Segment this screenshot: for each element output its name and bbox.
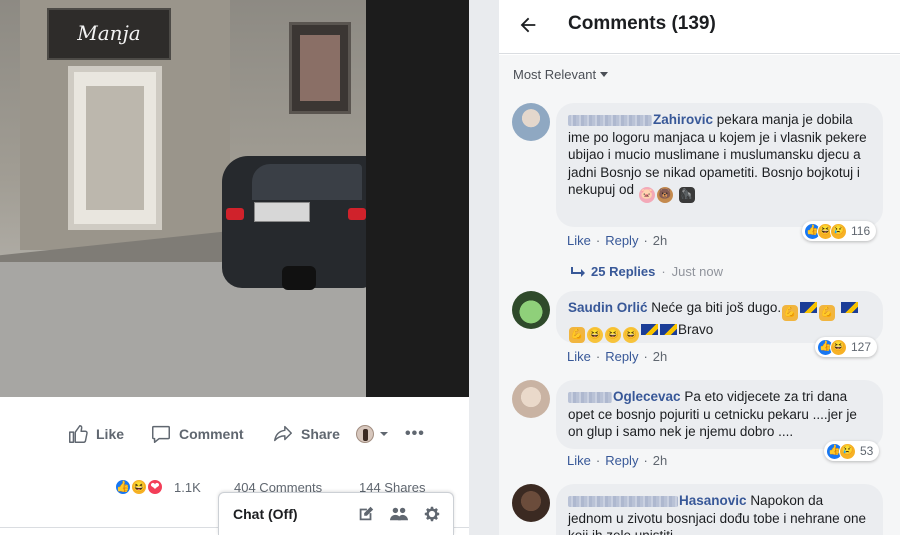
comment-author[interactable]: Zahirovic [568,112,713,127]
reaction-count: 1.1K [174,479,201,495]
comment-like-link[interactable]: Like [567,349,591,364]
haha-reaction-icon: 😆 [830,338,847,356]
redacted-name [568,391,612,403]
more-options-icon: ••• [405,425,425,442]
sad-reaction-icon: 😢 [839,442,856,460]
comment-like-link[interactable]: Like [567,233,591,248]
comment-text-end: Bravo [678,322,714,337]
comment-reply-link[interactable]: Reply [605,349,638,364]
share-label: Share [301,426,340,442]
comment-like-link[interactable]: Like [567,453,591,468]
comment-author[interactable]: Oglecevac [568,389,681,404]
commenter-avatar[interactable] [512,380,550,418]
laughing-emoji: 😆 [605,327,621,343]
view-replies[interactable]: 25 Replies · Just now [571,264,723,279]
wall-poster [289,22,351,114]
post-reactions[interactable]: 👍 😆 ❤ 1.1K [114,478,201,496]
comment-author[interactable]: Hasanovic [568,493,747,508]
reaction-count: 127 [851,340,872,354]
comments-header: Comments (139) [499,0,900,54]
reaction-count: 53 [860,444,874,458]
car [222,156,366,290]
gear-icon[interactable] [423,505,441,523]
comment-reactions[interactable]: 👍 😆 😢 116 [802,221,877,241]
flexed-biceps-emoji: 💪 [782,305,799,321]
overlay-gutter [469,0,499,535]
comment-bubble-icon [152,425,170,443]
comment-label: Comment [179,426,244,442]
commenter-avatar[interactable] [512,484,550,522]
like-button[interactable]: Like [67,423,124,445]
chat-status-label[interactable]: Chat (Off) [233,506,343,522]
comment-reactions[interactable]: 👍 😢 53 [824,441,880,461]
comment-time[interactable]: 2h [653,349,667,364]
laughing-emoji: 😆 [587,327,603,343]
comment-actions: Like · Reply · 2h [567,349,668,364]
comment-reactions[interactable]: 👍 😆 127 [815,337,878,357]
react-as-selector[interactable] [356,423,390,445]
comment-bubble: Oglecevac Pa eto vidjecete za tri dana o… [556,380,883,449]
replies-count[interactable]: 25 Replies [591,264,655,279]
sad-reaction-icon: 😢 [830,222,847,240]
flag-bosnia-emoji [800,302,818,313]
comment-reply-link[interactable]: Reply [605,233,638,248]
comment-time[interactable]: 2h [653,453,667,468]
video-player[interactable]: Manja [0,0,469,397]
replies-time: Just now [671,264,723,279]
commenter-avatar[interactable] [512,103,550,141]
reply-arrow-icon [571,266,585,277]
love-reaction-icon: ❤ [146,478,164,496]
back-arrow-icon[interactable] [517,14,539,36]
comment-time[interactable]: 2h [653,233,667,248]
flag-bosnia-emoji [641,324,658,335]
caret-down-icon [600,72,609,77]
sort-label: Most Relevant [513,67,597,82]
shop-sign: Manja [47,8,171,60]
comment-bubble: Hasanovic Napokon da jednom u zivotu bos… [556,484,883,535]
comment-text: Neće ga biti još dugo. [651,300,782,315]
group-users-icon[interactable] [389,505,409,523]
facebook-video-viewer: Manja Like Comment Share ••• 👍 😆 ❤ 1.1K … [0,0,900,535]
flexed-biceps-emoji: 💪 [819,305,836,321]
gorilla-emoji: 🦍 [678,187,695,203]
video-frame: Manja [0,0,366,397]
comment-bubble: Saudin Orlić Neće ga biti još dugo. 💪 💪 💪 😆… [556,291,883,343]
share-button[interactable]: Share [272,423,340,445]
comments-panel: Comments (139) Most Relevant Zahirovic p… [499,0,900,535]
laughing-emoji: 😆 [623,327,639,343]
pig-face-emoji: 🐷 [638,187,655,203]
sort-dropdown[interactable]: Most Relevant [513,67,609,82]
page-avatar [356,425,374,443]
flag-bosnia-emoji [660,324,677,335]
thumbs-up-icon [69,425,88,443]
reaction-count: 116 [851,224,871,238]
license-plate [254,202,310,222]
comment-button[interactable]: Comment [150,423,244,445]
comments-title: Comments (139) [568,13,716,34]
comments-list: Most Relevant Zahirovic pekara manja je … [499,55,900,535]
flag-bosnia-emoji [840,302,858,313]
comment-actions: Like · Reply · 2h [567,453,668,468]
compose-icon[interactable] [357,505,375,523]
more-options-button[interactable]: ••• [405,423,425,445]
redacted-name [568,495,678,507]
bear-face-emoji: 🐻 [656,187,673,203]
chat-bar[interactable]: Chat (Off) [218,492,454,535]
commenter-avatar[interactable] [512,291,550,329]
like-label: Like [96,426,125,442]
redacted-name [568,114,652,126]
flexed-biceps-emoji: 💪 [569,327,585,343]
comment-actions: Like · Reply · 2h [567,233,668,248]
chevron-down-icon [380,432,388,436]
comment-bubble: Zahirovic pekara manja je dobila ime po … [556,103,883,227]
shop-door [68,66,162,230]
comment-author[interactable]: Saudin Orlić [568,300,648,315]
share-arrow-icon [274,425,292,442]
comment-reply-link[interactable]: Reply [605,453,638,468]
